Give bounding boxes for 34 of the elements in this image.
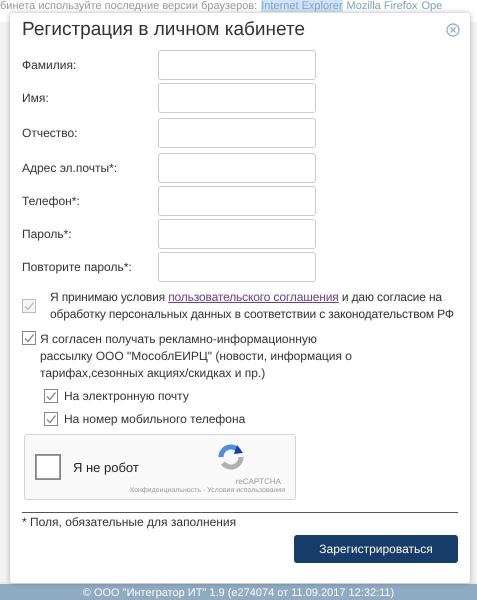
field-label: Адрес эл.почты*:	[22, 161, 118, 175]
field-label: Фамилия:	[22, 58, 78, 72]
browser-link[interactable]: Mozilla Firefox	[346, 0, 418, 12]
register-button[interactable]: Зарегистрироваться	[294, 535, 458, 563]
browser-link[interactable]: Internet Explorer	[261, 0, 343, 12]
input-field[interactable]	[158, 153, 316, 183]
input-field[interactable]	[158, 83, 316, 113]
required-note: * Поля, обязательные для заполнения	[22, 515, 238, 529]
field-label: Пароль*:	[22, 227, 73, 241]
checkbox[interactable]	[44, 389, 58, 403]
recaptcha-logo-icon	[217, 443, 245, 471]
checkbox-label: На электронную почту	[64, 389, 189, 403]
checkbox-label: На номер мобильного телефона	[64, 412, 246, 426]
mailing-consent-text: Я согласен получать рекламно-информационную рассылку ООО "МособлЕИРЦ" (новости, информация о тарифах,сезонных акциях/скидках и пр.)	[40, 331, 353, 382]
input-field[interactable]	[158, 219, 316, 249]
agreement-text: Я принимаю условия пользовательского соглашения и даю согласие на обработку персональных данных в соответствии с законодательством РФ	[49, 289, 455, 323]
input-field[interactable]	[158, 50, 316, 80]
input-field[interactable]	[158, 252, 316, 282]
close-icon[interactable]	[446, 23, 460, 37]
checkbox[interactable]	[35, 454, 61, 480]
footer-text: © ООО "Интегратор ИТ" 1.9 (e274074 от 11.09.2017 12:32:11)	[82, 587, 394, 600]
checkbox[interactable]	[22, 331, 36, 345]
field-label: Отчество:	[22, 126, 78, 140]
input-field[interactable]	[158, 118, 316, 148]
browser-link[interactable]: Ope	[421, 0, 442, 12]
input-field[interactable]	[158, 186, 316, 216]
field-label: Телефон*:	[22, 194, 81, 208]
dialog-title: Регистрация в личном кабинете	[22, 19, 305, 41]
field-label: Повторите пароль*:	[22, 260, 133, 274]
notice-text: бинета используйте последние версии браузеров:	[0, 0, 258, 12]
checkbox[interactable]	[44, 412, 58, 426]
field-label: Имя:	[22, 91, 50, 105]
captcha-brand: reCAPTCHA	[236, 477, 281, 486]
captcha-label: Я не робот	[73, 460, 139, 474]
